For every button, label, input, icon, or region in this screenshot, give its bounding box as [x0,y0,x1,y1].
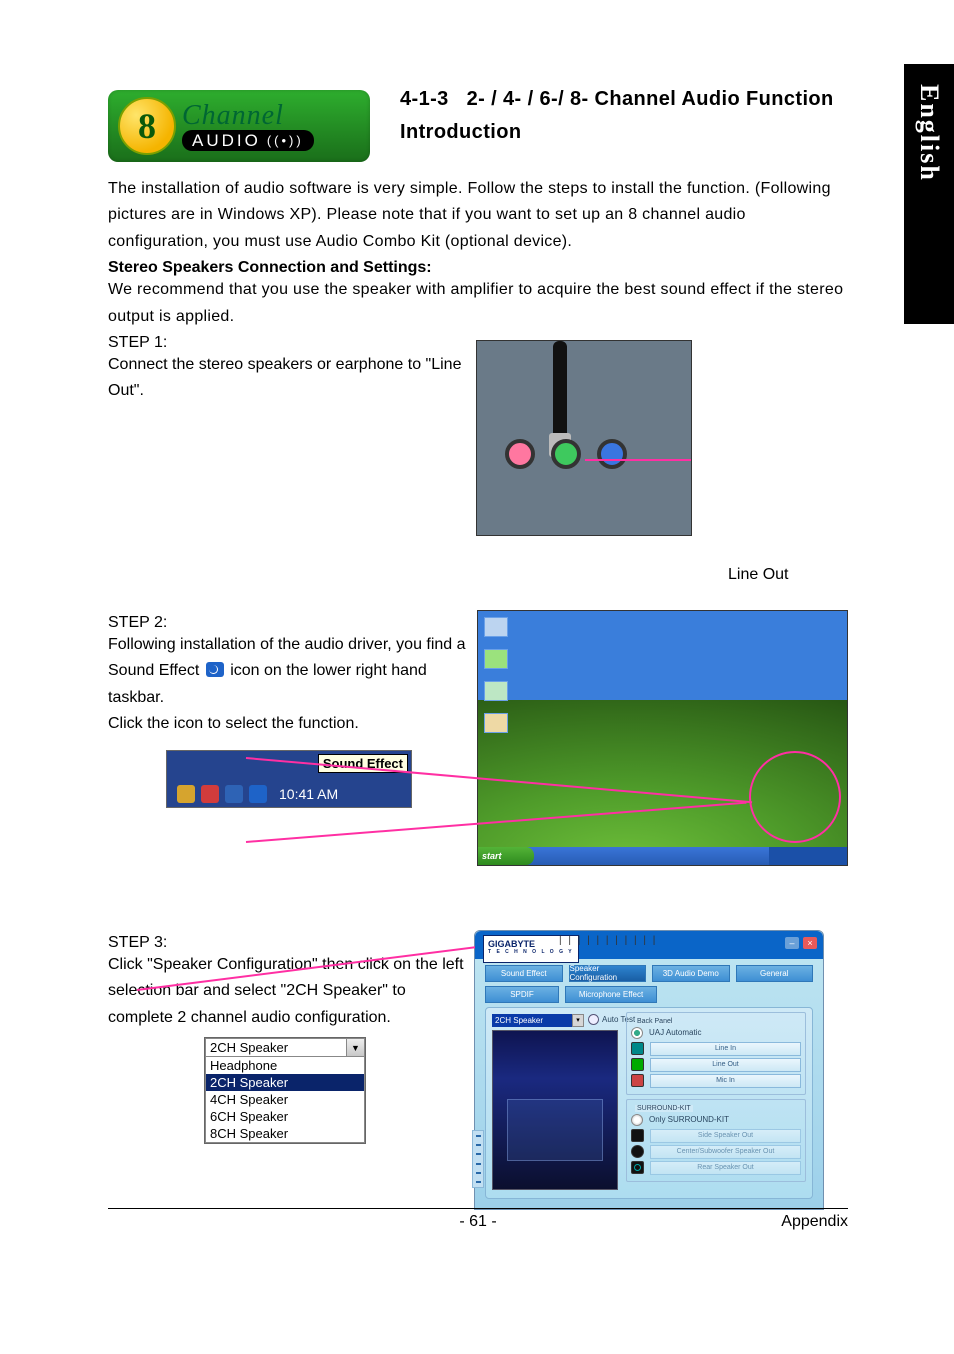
sound-effect-tray-icon[interactable] [249,785,267,803]
zoom-highlight-circle [749,751,841,843]
system-tray: 10:41 AM [177,785,338,803]
mic-jack-icon [505,439,535,469]
radio-icon [631,1027,643,1039]
taskbar-clock: 10:41 AM [279,786,338,802]
step2-text: Following installation of the audio driv… [108,632,471,738]
dropdown-toggle-button[interactable]: ▼ [346,1038,365,1057]
titlebar-grip: | | | | | | | | | | | [559,935,657,946]
lineout-photo [476,340,692,536]
page-footer: - 61 - Appendix [108,1208,848,1231]
desktop-icon[interactable] [484,649,506,670]
desktop-icon[interactable] [484,713,506,734]
speaker-dropdown: 2CH Speaker ▼ Headphone 2CH Speaker 4CH … [204,1037,366,1144]
dropdown-option[interactable]: Headphone [206,1057,364,1074]
header-row: 8 Channel AUDIO ((•)) 4-1-3 2- / 4- / 6-… [108,90,848,162]
dropdown-list: Headphone 2CH Speaker 4CH Speaker 6CH Sp… [205,1057,365,1143]
audio-config-window: GIGABYTET E C H N O L O G Y | | | | | | … [474,930,824,1210]
sound-waves-icon: ((•)) [267,134,304,147]
window-titlebar: GIGABYTET E C H N O L O G Y | | | | | | … [475,931,823,959]
port-rear[interactable]: Rear Speaker Out [650,1161,801,1175]
back-panel-fieldset: Back Panel UAJ Automatic Line In Line Ou… [626,1012,806,1095]
radio-icon [631,1114,643,1126]
port-linein[interactable]: Line In [650,1042,801,1056]
equalizer-icon [472,1130,484,1188]
port-micin[interactable]: Mic In [650,1074,801,1088]
uaj-automatic-toggle[interactable]: UAJ Automatic [631,1027,801,1039]
tray-icon[interactable] [177,785,195,803]
dropdown-value[interactable]: 2CH Speaker [205,1038,346,1057]
page-number: - 61 - [459,1213,496,1231]
only-surround-toggle[interactable]: Only SURROUND-KIT [631,1114,801,1126]
port-side[interactable]: Side Speaker Out [650,1129,801,1143]
surround-kit-fieldset: SURROUND-KIT Only SURROUND-KIT Side Spea… [626,1099,806,1182]
dropdown-option-selected[interactable]: 2CH Speaker [206,1074,364,1091]
port-icon [631,1058,644,1071]
step2-row: STEP 2: Following installation of the au… [108,610,848,866]
step3-label: STEP 3: [108,934,474,952]
step2-label: STEP 2: [108,614,471,632]
step1-row: STEP 1: Connect the stereo speakers or e… [108,330,848,536]
linein-jack-icon [597,439,627,469]
tab-speaker-config[interactable]: Speaker Configuration [569,965,647,982]
speaker-room-preview [492,1030,618,1190]
page-title: 4-1-3 2- / 4- / 6-/ 8- Channel Audio Fun… [400,88,834,144]
lineout-callout: Line Out [728,566,788,584]
radio-icon [588,1014,599,1025]
lineout-jack-icon [551,439,581,469]
channel-select[interactable]: 2CH Speaker [492,1014,575,1027]
intro-paragraph: The installation of audio software is ve… [108,176,848,255]
step1-text: Connect the stereo speakers or earphone … [108,352,468,405]
back-panel-section: Back Panel UAJ Automatic Line In Line Ou… [626,1012,806,1186]
dropdown-option[interactable]: 6CH Speaker [206,1108,364,1125]
tab-sound-effect[interactable]: Sound Effect [485,965,563,982]
tab-spdif[interactable]: SPDIF [485,986,559,1003]
channel-select-button[interactable]: ▾ [572,1014,584,1027]
page-content: 8 Channel AUDIO ((•)) 4-1-3 2- / 4- / 6-… [108,90,848,1210]
tabs: Sound Effect Speaker Configuration 3D Au… [475,959,823,1003]
port-icon [631,1145,644,1158]
desktop-screenshot: start [477,610,848,866]
port-icon [631,1161,644,1174]
section-name: Appendix [781,1213,848,1231]
tray-icon[interactable] [201,785,219,803]
minimize-button[interactable]: – [785,937,799,949]
callout-arrow [585,459,692,461]
tab-mic-effect[interactable]: Microphone Effect [565,986,657,1003]
port-center[interactable]: Center/Subwoofer Speaker Out [650,1145,801,1159]
stereo-subheading: Stereo Speakers Connection and Settings: [108,259,848,277]
notification-area[interactable] [769,847,847,865]
taskbar-screenshot: Sound Effect 10:41 AM [166,750,412,808]
step1-label: STEP 1: [108,334,468,352]
tab-general[interactable]: General [736,965,814,982]
desktop-icon[interactable] [484,617,506,638]
desktop-icon[interactable] [484,681,506,702]
step3-text: Click "Speaker Configuration" then click… [108,952,474,1031]
channel-audio-logo: 8 Channel AUDIO ((•)) [108,90,370,162]
port-icon [631,1074,644,1087]
close-button[interactable]: × [803,937,817,949]
step3-row: STEP 3: Click "Speaker Configuration" th… [108,930,848,1210]
stereo-recommend: We recommend that you use the speaker wi… [108,277,848,330]
logo-audio-text: AUDIO ((•)) [182,130,314,151]
port-lineout[interactable]: Line Out [650,1058,801,1072]
start-button[interactable]: start [478,847,534,865]
language-tab: English [904,64,954,324]
tray-icon[interactable] [225,785,243,803]
dropdown-option[interactable]: 8CH Speaker [206,1125,364,1142]
tab-3d-demo[interactable]: 3D Audio Demo [652,965,730,982]
port-icon [631,1042,644,1055]
dropdown-option[interactable]: 4CH Speaker [206,1091,364,1108]
logo-channel-text: Channel [182,102,314,130]
sound-effect-icon [206,662,224,677]
port-icon [631,1129,644,1142]
logo-eight-badge: 8 [118,97,176,155]
config-panel: 2CH Speaker ▾ Auto Test Back Panel UAJ A… [485,1007,813,1199]
